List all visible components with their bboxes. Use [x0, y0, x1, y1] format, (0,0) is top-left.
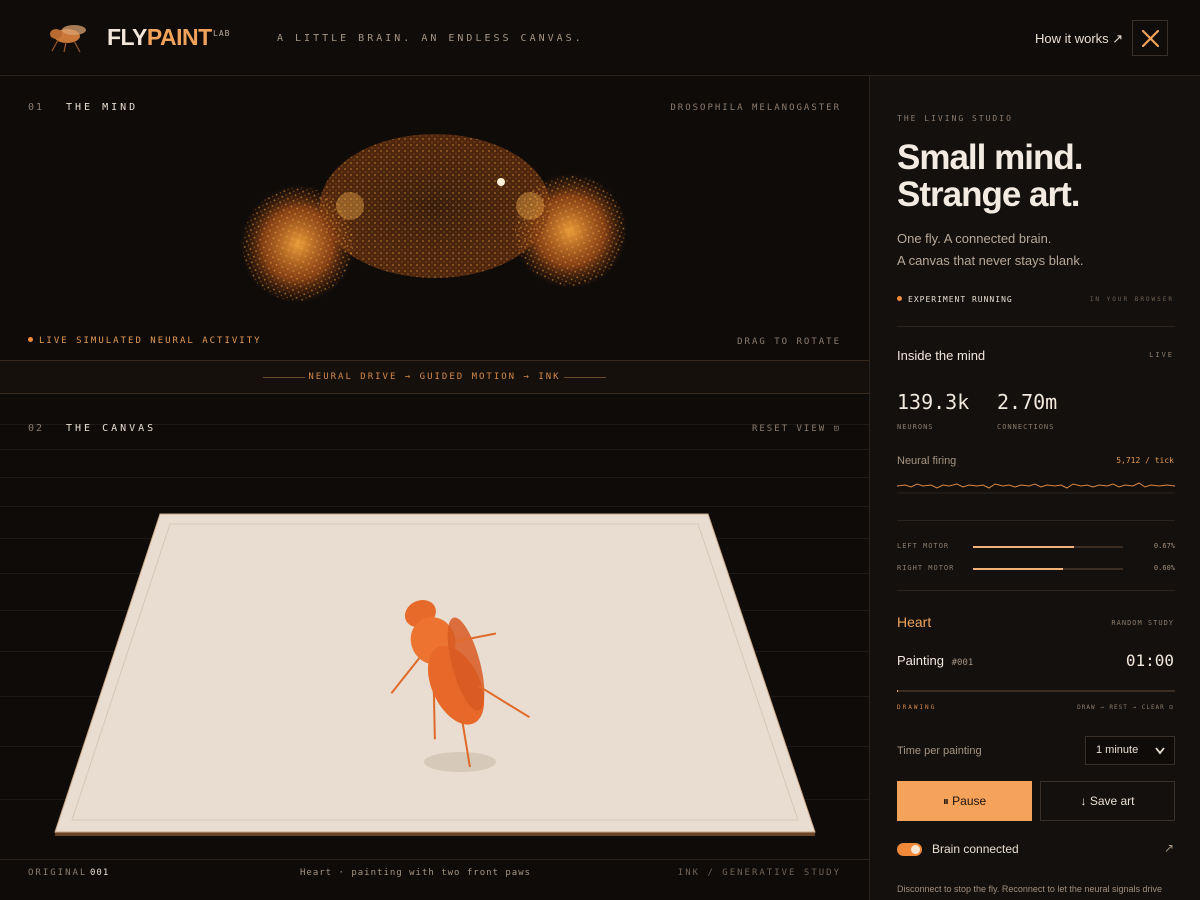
canvas-caption: Heart · painting with two front paws — [300, 868, 532, 878]
subtitle-line-1: One fly. A connected brain. — [897, 231, 1052, 246]
motor-value: 0.67% — [1153, 542, 1175, 550]
original-label: ORIGINAL — [28, 868, 88, 878]
tagline: A LITTLE BRAIN. AN ENDLESS CANVAS. — [277, 33, 584, 44]
pause-button[interactable]: ⏸ Pause — [897, 781, 1032, 821]
brain-connected-toggle[interactable] — [897, 843, 922, 856]
how-it-works-link[interactable]: How it works ↗ — [1035, 31, 1123, 47]
painting-study: RANDOM STUDY — [1111, 619, 1174, 627]
save-art-button[interactable]: ↓ Save art — [1040, 781, 1175, 821]
brand-paint: PAINT — [146, 24, 212, 50]
original-number: 001 — [90, 868, 110, 878]
time-per-painting-value: 1 minute — [1096, 744, 1139, 756]
x-logo-icon — [1141, 29, 1159, 47]
canvas-section-number: 02 — [28, 423, 45, 434]
status-location: IN YOUR BROWSER — [1089, 296, 1174, 303]
reset-view-button[interactable]: RESET VIEW ⊡ — [752, 424, 841, 434]
painting-progress-fill — [897, 690, 898, 692]
motor-value: 0.60% — [1153, 564, 1175, 572]
hero-line-2: Strange art. — [897, 175, 1081, 214]
divider — [897, 326, 1175, 327]
painting-canvas[interactable] — [50, 512, 820, 837]
painting-number: #001 — [951, 658, 974, 668]
painting-phase: DRAWING — [897, 704, 937, 711]
neurons-value: 139.3k — [897, 390, 970, 414]
connections-value: 2.70m — [997, 390, 1058, 414]
mind-section-title: THE MIND — [66, 102, 139, 113]
inside-mind-title: Inside the mind — [897, 348, 986, 363]
neural-firing-label: Neural firing — [897, 455, 957, 467]
painting-timer: 01:00 — [1125, 651, 1174, 670]
pipeline-text: NEURAL DRIVE → GUIDED MOTION → INK — [308, 372, 561, 382]
grid-line — [0, 506, 869, 507]
motor-bar-track — [973, 568, 1123, 570]
footer-divider — [0, 859, 869, 860]
canvas-section-title: THE CANVAS — [66, 423, 157, 434]
painting-steps: DRAW → REST → CLEAR ⊡ — [1077, 704, 1174, 711]
live-activity-indicator: LIVE SIMULATED NEURAL ACTIVITY — [28, 336, 262, 346]
top-header: FLYPAINT LAB A LITTLE BRAIN. AN ENDLESS … — [0, 0, 1200, 76]
firing-waveform — [897, 482, 1175, 494]
hero-line-1: Small mind. — [897, 138, 1083, 177]
brand-sup: LAB — [213, 29, 231, 38]
brain-visualization[interactable] — [230, 126, 640, 316]
painting-progress-track — [897, 690, 1175, 692]
motor-bar-fill — [973, 568, 1063, 570]
left-panel: 01 THE MIND DROSOPHILA MELANOGASTER LIVE… — [0, 76, 869, 900]
painting-name: Heart — [897, 614, 932, 630]
time-per-painting-label: Time per painting — [897, 745, 982, 757]
brain-connected-label: Brain connected — [932, 842, 1019, 856]
status-dot-icon — [897, 296, 902, 301]
fly-logo-icon — [50, 25, 86, 53]
neural-firing-value: 5,712 / tick — [1116, 456, 1174, 465]
brain-note: Disconnect to stop the fly. Reconnect to… — [897, 884, 1162, 894]
time-per-painting-select[interactable]: 1 minute — [1085, 736, 1175, 765]
experiment-status: EXPERIMENT RUNNING — [897, 295, 1013, 304]
motor-label: RIGHT MOTOR — [897, 564, 955, 572]
inside-live-badge: LIVE — [1149, 351, 1174, 359]
live-dot-icon — [28, 337, 33, 342]
divider — [897, 520, 1175, 521]
motor-label: LEFT MOTOR — [897, 542, 950, 550]
studio-label: THE LIVING STUDIO — [897, 114, 1013, 123]
live-activity-text: LIVE SIMULATED NEURAL ACTIVITY — [39, 336, 262, 346]
band-line-right — [564, 377, 606, 378]
experiment-status-text: EXPERIMENT RUNNING — [908, 295, 1013, 304]
footer-right-label: INK / GENERATIVE STUDY — [677, 868, 841, 878]
pipeline-band: NEURAL DRIVE → GUIDED MOTION → INK — [0, 360, 869, 394]
right-panel: THE LIVING STUDIO Small mind. Strange ar… — [869, 76, 1200, 900]
divider — [897, 590, 1175, 591]
hero-headline: Small mind. Strange art. — [897, 138, 1083, 214]
x-social-button[interactable] — [1132, 20, 1168, 56]
species-label: DROSOPHILA MELANOGASTER — [670, 103, 841, 113]
motor-bar-fill — [973, 546, 1074, 548]
painting-label: Painting #001 — [897, 653, 973, 668]
mind-section-number: 01 — [28, 102, 45, 113]
subtitle-line-2: A canvas that never stays blank. — [897, 253, 1084, 268]
motor-bar-track — [973, 546, 1123, 548]
grid-line — [0, 449, 869, 450]
grid-line — [0, 477, 869, 478]
external-link-icon[interactable]: ↗ — [1164, 841, 1174, 855]
connections-label: CONNECTIONS — [997, 423, 1055, 431]
painting-label-text: Painting — [897, 653, 944, 668]
neurons-label: NEURONS — [897, 423, 934, 431]
drag-to-rotate-hint: DRAG TO ROTATE — [737, 337, 841, 347]
chevron-down-icon — [1155, 747, 1165, 755]
brand-fly: FLY — [107, 24, 147, 50]
brand-name[interactable]: FLYPAINT — [107, 24, 212, 51]
